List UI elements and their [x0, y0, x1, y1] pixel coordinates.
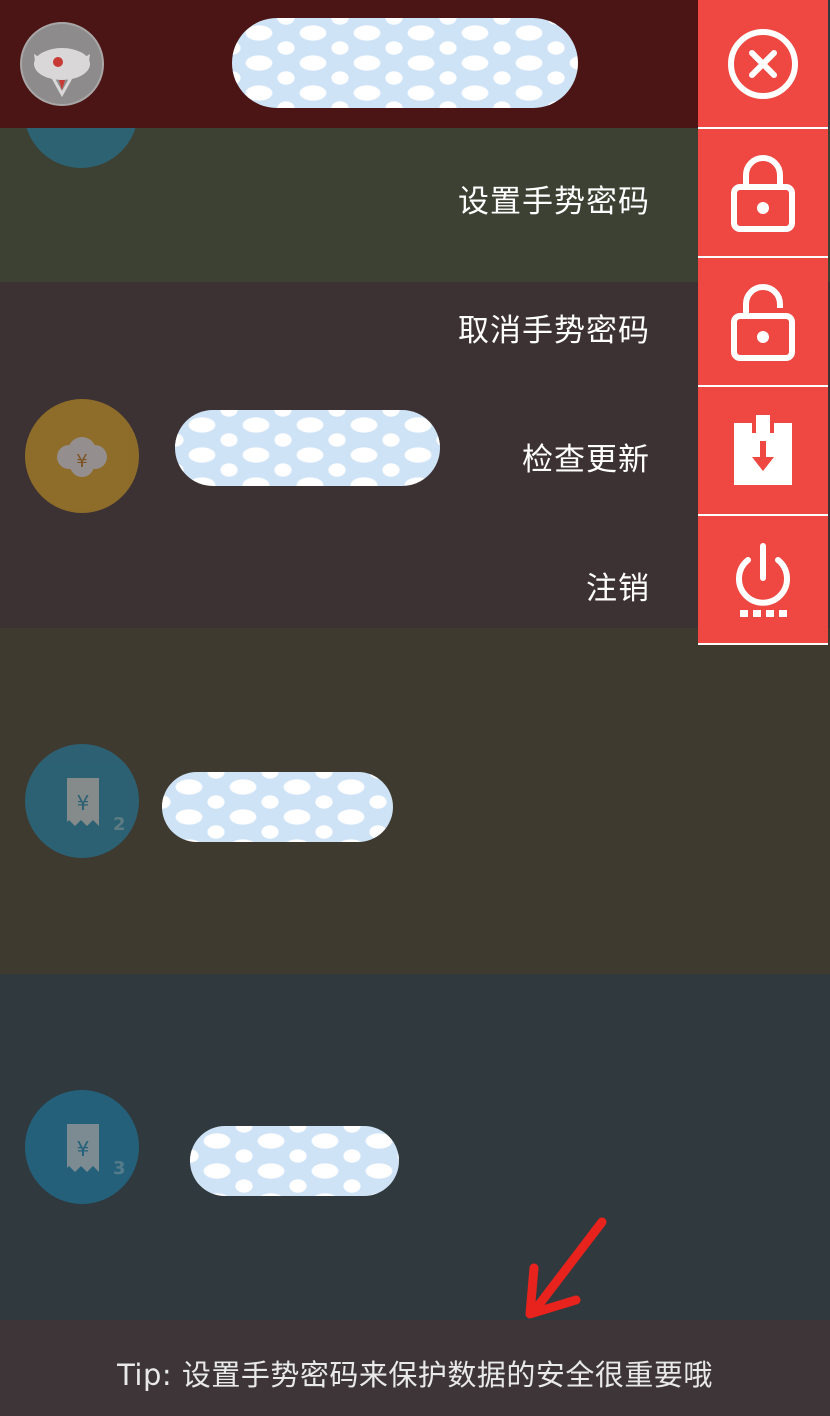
- annotation-arrow-icon: [525, 1217, 607, 1319]
- set-gesture-button[interactable]: [698, 129, 828, 256]
- redacted-row4-name: [190, 1126, 399, 1196]
- menu-item-cancel-gesture-label[interactable]: 取消手势密码: [458, 305, 650, 350]
- menu-item-logout-label[interactable]: 注销: [586, 563, 650, 608]
- svg-text:¥: ¥: [76, 451, 87, 472]
- logout-button[interactable]: [698, 516, 828, 643]
- menu-icon-rail: [698, 0, 830, 646]
- receipt-badge: 2: [113, 814, 126, 835]
- close-icon: [728, 28, 798, 99]
- avatar[interactable]: [20, 22, 104, 106]
- download-update-icon: [734, 414, 792, 485]
- check-update-button[interactable]: [698, 387, 828, 514]
- cancel-gesture-button[interactable]: [698, 258, 828, 385]
- close-button[interactable]: [698, 0, 828, 127]
- redacted-row3-name: [162, 772, 393, 842]
- receipt-badge: 3: [113, 1158, 126, 1179]
- unlock-icon: [731, 283, 795, 361]
- cotton-yuan-icon: ¥: [25, 399, 139, 513]
- menu-item-set-gesture-label[interactable]: 设置手势密码: [458, 176, 650, 221]
- redacted-row2-name: [175, 410, 440, 486]
- svg-text:¥: ¥: [77, 791, 90, 815]
- power-icon: [736, 542, 790, 617]
- receipt-yuan-icon: ¥ 2: [25, 744, 139, 858]
- tip-text: Tip: 设置手势密码来保护数据的安全很重要哦: [117, 1358, 713, 1392]
- menu-item-check-update-label[interactable]: 检查更新: [522, 434, 650, 479]
- lock-icon: [731, 154, 795, 232]
- receipt-yuan-icon: ¥ 3: [25, 1090, 139, 1204]
- redacted-username: [232, 18, 578, 108]
- svg-text:¥: ¥: [77, 1137, 90, 1161]
- rail-divider: [698, 643, 828, 645]
- menu-header: [0, 0, 698, 128]
